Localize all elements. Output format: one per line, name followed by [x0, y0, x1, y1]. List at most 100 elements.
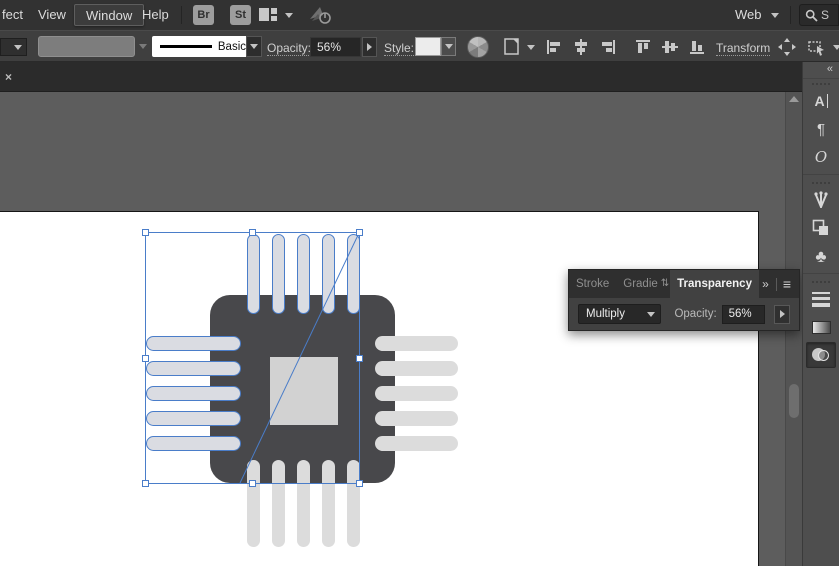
align-vertical-center-icon[interactable] [661, 38, 679, 56]
tab-gradient[interactable]: Gradie [616, 270, 660, 298]
menu-view[interactable]: View [32, 4, 72, 26]
brush-definition-select[interactable]: Basic [152, 36, 246, 57]
chip-pin-left[interactable] [146, 336, 241, 351]
workspace-chevron-icon[interactable] [771, 13, 779, 18]
align-horizontal-center-icon[interactable] [572, 38, 590, 56]
select-similar-icon[interactable] [806, 38, 828, 56]
opentype-icon: O [815, 148, 827, 166]
panel-menu-icon[interactable]: ≡ [783, 276, 791, 292]
dock-divider-2 [803, 273, 839, 274]
paragraph-icon: ¶ [817, 121, 825, 138]
selection-handle[interactable] [142, 229, 149, 236]
chip-pin-bottom[interactable] [322, 460, 335, 547]
style-label[interactable]: Style: [384, 41, 414, 56]
bridge-button[interactable]: Br [193, 5, 214, 25]
menu-bar: fect View Window Help Br St Web S [0, 0, 839, 30]
dock-gripper-2[interactable] [812, 182, 830, 184]
dock-gripper[interactable] [812, 83, 830, 85]
document-setup-chevron-icon[interactable] [527, 45, 535, 50]
stock-button[interactable]: St [230, 5, 251, 25]
transparency-panel-button[interactable] [806, 342, 836, 368]
selection-handle[interactable] [249, 229, 256, 236]
menu-help[interactable]: Help [136, 4, 175, 26]
fill-color-dropdown[interactable] [0, 38, 27, 56]
panel-opacity-field[interactable]: 56% [722, 305, 766, 324]
transform-link[interactable]: Transform [716, 41, 770, 56]
opentype-panel-button[interactable]: O [806, 144, 836, 170]
chip-pin-bottom[interactable] [272, 460, 285, 547]
gpu-performance-icon[interactable] [308, 5, 332, 28]
brushes-panel-button[interactable] [806, 187, 836, 213]
character-icon: A [814, 94, 827, 108]
align-bottom-icon[interactable] [688, 38, 706, 56]
chip-pin-top[interactable] [247, 234, 260, 314]
document-setup-icon[interactable] [503, 38, 523, 59]
chip-pin-top[interactable] [347, 234, 360, 314]
selection-handle[interactable] [356, 355, 363, 362]
menu-effect[interactable]: fect [0, 4, 29, 26]
chip-pin-top[interactable] [322, 234, 335, 314]
opacity-expander-button[interactable] [362, 37, 377, 57]
scrollbar-thumb[interactable] [789, 384, 799, 418]
chip-pin-left[interactable] [146, 361, 241, 376]
select-similar-chevron-icon[interactable] [833, 45, 839, 50]
overlapping-squares-icon [812, 219, 830, 237]
blend-mode-select[interactable]: Multiply [578, 304, 661, 324]
search-icon [805, 9, 818, 22]
chip-pin-right[interactable] [375, 436, 458, 451]
chip-pin-bottom[interactable] [247, 460, 260, 547]
tab-stroke[interactable]: Stroke [569, 270, 616, 298]
free-transform-icon[interactable] [776, 38, 798, 56]
arrange-documents-icon[interactable] [259, 8, 277, 25]
panel-overflow-icon[interactable]: » [762, 277, 770, 291]
close-tab-icon[interactable]: × [5, 70, 12, 84]
scroll-up-icon[interactable] [789, 96, 799, 102]
tab-transparency[interactable]: Transparency [670, 270, 759, 298]
character-panel-button[interactable]: A [806, 88, 836, 114]
chip-pin-right[interactable] [375, 386, 458, 401]
style-chevron-button[interactable] [441, 37, 456, 56]
brush-name: Basic [218, 41, 246, 53]
selection-handle[interactable] [142, 480, 149, 487]
workspace-switcher[interactable]: Web [729, 4, 768, 26]
chip-pin-right[interactable] [375, 336, 458, 351]
align-left-icon[interactable] [545, 38, 563, 56]
dock-gripper-3[interactable] [812, 281, 830, 283]
stroke-weight-field[interactable] [38, 36, 135, 57]
chevron-down-icon[interactable] [285, 13, 293, 18]
menu-window[interactable]: Window [74, 4, 144, 26]
dock-divider [803, 174, 839, 175]
paragraph-panel-button[interactable]: ¶ [806, 116, 836, 142]
transparency-panel-body: Multiply Opacity: 56% [569, 298, 799, 330]
selection-handle[interactable] [249, 480, 256, 487]
chip-pin-left[interactable] [146, 386, 241, 401]
chip-pin-left[interactable] [146, 411, 241, 426]
chip-pin-top[interactable] [297, 234, 310, 314]
align-top-icon[interactable] [634, 38, 652, 56]
selection-handle[interactable] [356, 480, 363, 487]
expand-panels-icon[interactable]: « [803, 62, 839, 79]
opacity-label[interactable]: Opacity: [267, 41, 311, 56]
chip-pin-right[interactable] [375, 361, 458, 376]
chip-pin-bottom[interactable] [347, 460, 360, 547]
style-swatch[interactable] [415, 37, 441, 56]
brushes-icon [812, 191, 830, 209]
chip-pin-top[interactable] [272, 234, 285, 314]
chip-pin-right[interactable] [375, 411, 458, 426]
chip-center-pad-shape[interactable] [270, 357, 338, 425]
panel-opacity-label: Opacity: [674, 308, 716, 320]
search-field[interactable]: S [799, 4, 839, 26]
selection-handle[interactable] [356, 229, 363, 236]
chip-pin-left[interactable] [146, 436, 241, 451]
stroke-panel-button[interactable] [806, 286, 836, 312]
brush-chevron-button[interactable] [246, 36, 262, 57]
opacity-field[interactable]: 56% [310, 37, 361, 57]
gradient-panel-button[interactable] [806, 314, 836, 340]
align-right-icon[interactable] [599, 38, 617, 56]
symbols-panel-button[interactable]: ♣ [806, 243, 836, 269]
panel-opacity-expander[interactable] [774, 305, 790, 324]
chip-pin-bottom[interactable] [297, 460, 310, 547]
selection-handle[interactable] [142, 355, 149, 362]
pathfinder-panel-button[interactable] [806, 215, 836, 241]
recolor-artwork-icon[interactable] [467, 36, 489, 58]
